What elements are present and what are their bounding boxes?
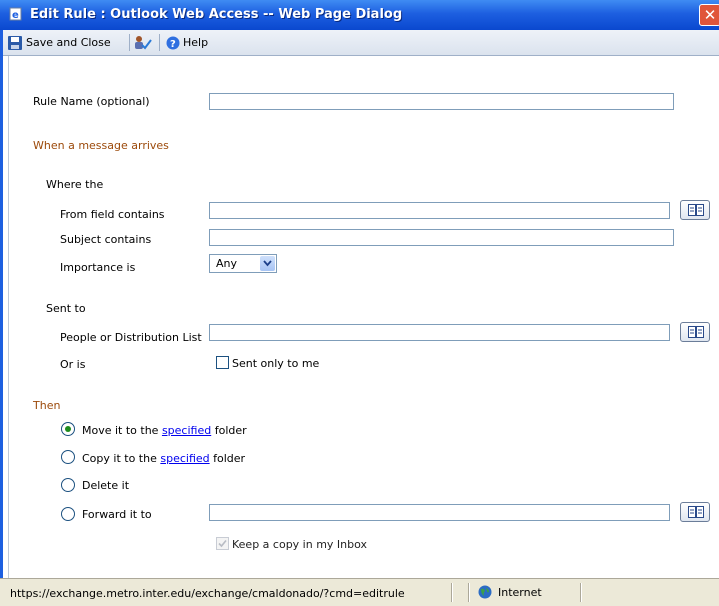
status-separator	[451, 583, 453, 602]
importance-label: Importance is	[60, 261, 136, 274]
people-list-label: People or Distribution List	[60, 331, 202, 344]
move-specified-link[interactable]: specified	[162, 424, 211, 437]
status-separator	[468, 583, 470, 602]
toolbar-separator	[129, 34, 130, 51]
dropdown-button[interactable]	[260, 256, 275, 271]
people-address-book-button[interactable]	[680, 322, 710, 342]
ie-page-icon: e	[9, 7, 22, 21]
move-suffix: folder	[214, 424, 247, 437]
delete-label: Delete it	[82, 479, 130, 492]
help-label: Help	[183, 36, 209, 49]
help-button[interactable]: ? Help	[166, 33, 208, 52]
from-address-book-button[interactable]	[680, 200, 710, 220]
zone-label: Internet	[498, 585, 542, 599]
title-bar[interactable]: e Edit Rule : Outlook Web Access -- Web …	[0, 0, 719, 30]
sent-to-label: Sent to	[46, 302, 86, 315]
toolbar-separator	[159, 34, 160, 51]
check-names-icon	[135, 35, 152, 50]
when-message-arrives-heading: When a message arrives	[33, 139, 169, 152]
sent-only-to-me-checkbox[interactable]	[216, 356, 229, 369]
status-url: https://exchange.metro.inter.edu/exchang…	[10, 587, 405, 600]
rule-name-label: Rule Name (optional)	[33, 95, 150, 108]
copy-radio[interactable]	[61, 450, 75, 464]
subject-label: Subject contains	[60, 233, 152, 246]
svg-text:e: e	[12, 10, 19, 21]
or-is-label: Or is	[60, 358, 86, 371]
where-the-label: Where the	[46, 178, 104, 191]
forward-input[interactable]	[209, 504, 670, 521]
then-heading: Then	[33, 399, 61, 412]
radio-selected-dot	[65, 426, 71, 432]
globe-icon	[478, 585, 492, 599]
forward-label: Forward it to	[82, 508, 152, 521]
move-prefix: Move it to the	[82, 424, 159, 437]
delete-radio[interactable]	[61, 478, 75, 492]
address-book-icon	[688, 506, 704, 518]
from-field-input[interactable]	[209, 202, 670, 219]
content-border	[8, 56, 9, 578]
save-disk-icon	[8, 35, 22, 50]
security-zone: Internet	[478, 585, 542, 599]
rule-name-input[interactable]	[209, 93, 674, 110]
address-book-icon	[688, 326, 704, 338]
close-button[interactable]: ✕	[699, 4, 719, 26]
save-and-close-button[interactable]: Save and Close	[7, 33, 111, 52]
forward-address-book-button[interactable]	[680, 502, 710, 522]
help-icon: ?	[166, 36, 180, 50]
rule-form	[3, 56, 719, 578]
status-bar: https://exchange.metro.inter.edu/exchang…	[0, 578, 719, 606]
importance-value: Any	[216, 257, 238, 270]
toolbar: Save and Close ? Help	[3, 30, 719, 56]
from-field-label: From field contains	[60, 208, 165, 221]
move-radio[interactable]	[61, 422, 75, 436]
move-action-text: Move it to the specified folder	[82, 424, 247, 437]
copy-action-text: Copy it to the specified folder	[82, 452, 245, 465]
keep-copy-checkbox[interactable]	[216, 537, 229, 550]
status-separator	[580, 583, 582, 602]
window-title: Edit Rule : Outlook Web Access -- Web Pa…	[30, 7, 403, 22]
save-and-close-label: Save and Close	[26, 36, 111, 49]
copy-suffix: folder	[213, 452, 246, 465]
address-book-icon	[688, 204, 704, 216]
copy-specified-link[interactable]: specified	[160, 452, 209, 465]
people-list-input[interactable]	[209, 324, 670, 341]
forward-radio[interactable]	[61, 507, 75, 521]
keep-copy-label: Keep a copy in my Inbox	[232, 538, 368, 551]
sent-only-to-me-label: Sent only to me	[232, 357, 320, 370]
subject-input[interactable]	[209, 229, 674, 246]
importance-select[interactable]: Any	[209, 254, 277, 273]
checkmark-icon	[218, 539, 227, 548]
check-names-button[interactable]	[133, 33, 153, 52]
chevron-down-icon	[263, 260, 272, 267]
svg-text:?: ?	[170, 39, 176, 50]
copy-prefix: Copy it to the	[82, 452, 157, 465]
